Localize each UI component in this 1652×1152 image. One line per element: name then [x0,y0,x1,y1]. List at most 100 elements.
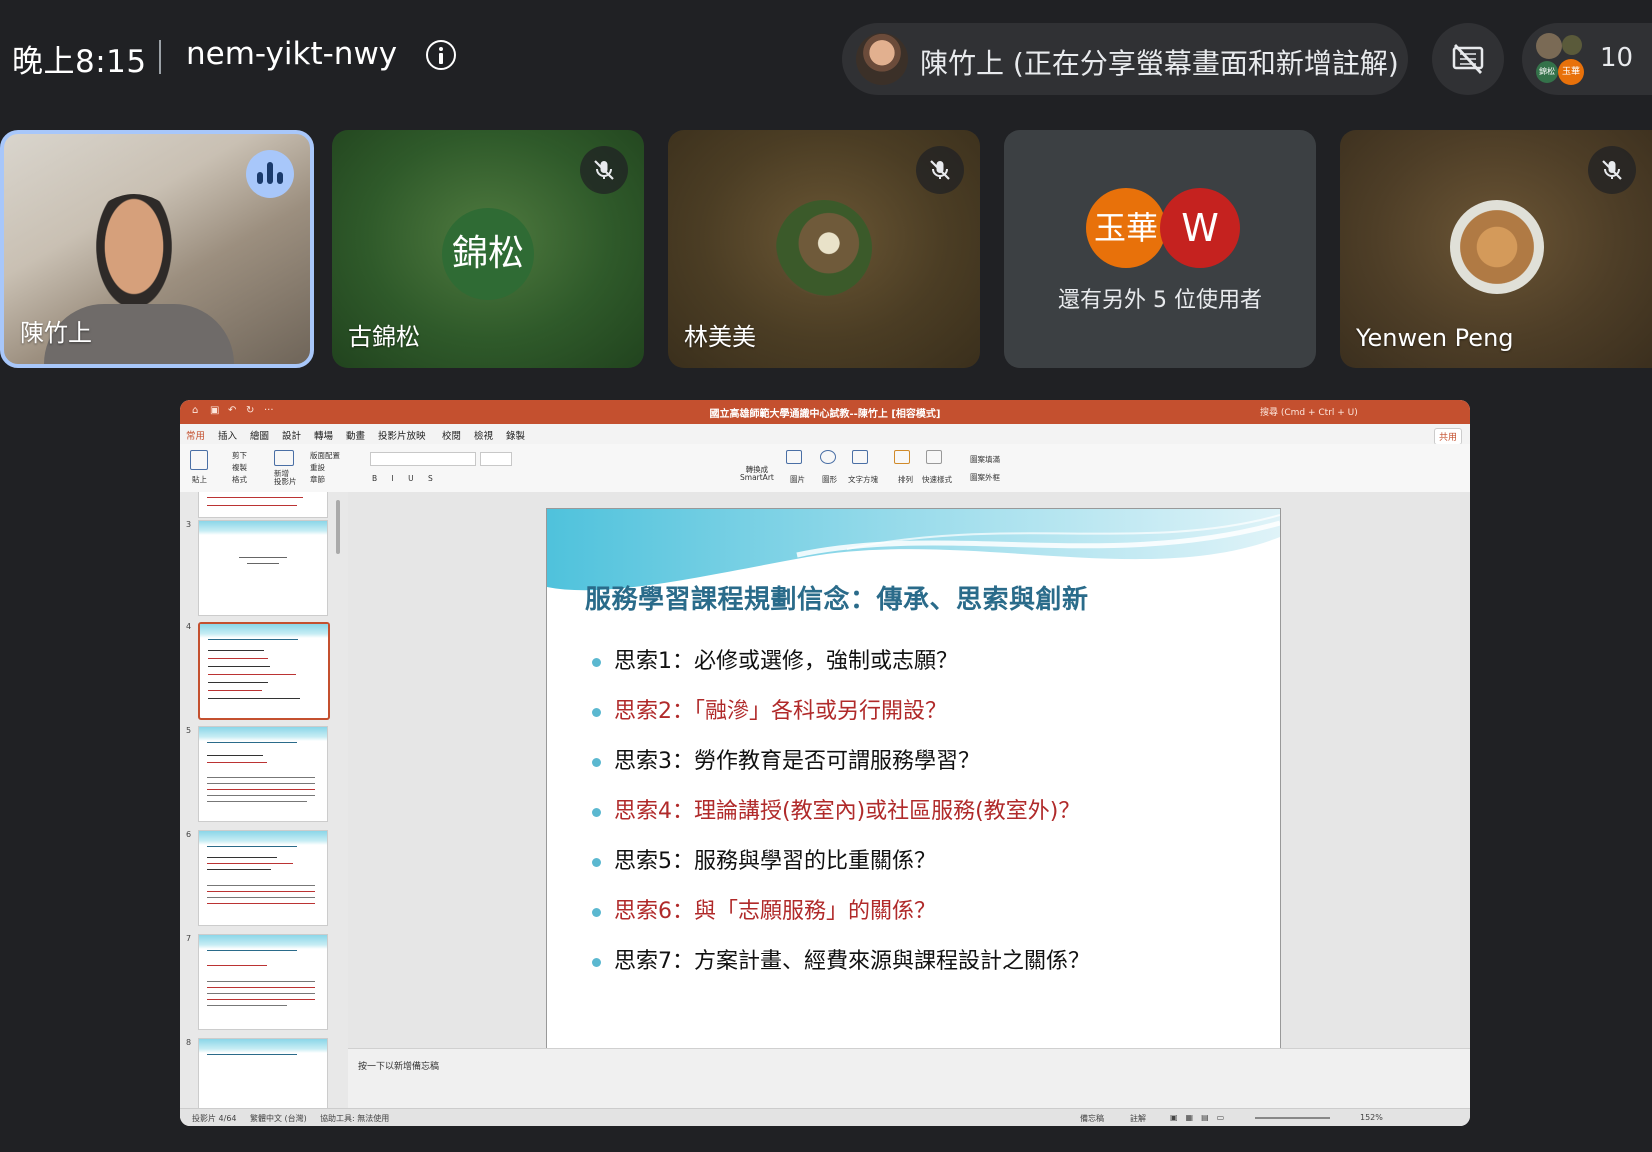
slide-bullet: 思索3：勞作教育是否可謂服務學習？ [592,749,1090,799]
tab-insert[interactable]: 插入 [218,428,237,442]
participant-mini-avatar [1562,35,1582,55]
accessibility-indicator[interactable]: 協助工具: 無法使用 [320,1113,389,1124]
ppt-ribbon: 貼上 剪下 複製 格式 新增 投影片 版面配置 重設 章節 B I U S 轉換… [180,444,1470,493]
slide-thumbnail[interactable] [198,1038,328,1118]
other-participants-text: 還有另外 5 位使用者 [1058,288,1262,313]
participant-tile[interactable]: 林美美 [668,130,980,368]
font-style-buttons[interactable]: B I U S [372,474,439,483]
shape-outline-button[interactable]: 圖案外框 [970,472,1000,483]
speaking-indicator-icon [246,150,294,198]
slide-thumbnail[interactable] [198,830,328,926]
slide-thumbnail[interactable] [198,492,328,518]
language-indicator[interactable]: 繁體中文 (台灣) [250,1113,307,1124]
section-button[interactable]: 章節 [310,474,325,485]
shared-screen-powerpoint: ⌂ ▣ ↶ ↻ ··· 國立高雄師範大學通識中心試教--陳竹上 [相容模式] 搜… [180,400,1470,1126]
presenter-indicator[interactable]: 陳竹上 (正在分享螢幕畫面和新增註解) [842,23,1408,95]
tab-slideshow[interactable]: 投影片放映 [378,428,426,442]
layout-button[interactable]: 版面配置 [310,450,340,461]
slide-thumbnail[interactable] [198,520,328,616]
quick-styles-icon[interactable] [926,450,942,464]
tab-review[interactable]: 校閱 [442,428,461,442]
notes-toggle-button[interactable]: 備忘稿 [1080,1113,1104,1124]
mic-muted-icon [580,146,628,194]
presenter-avatar [856,33,908,85]
participant-avatar [1450,200,1544,294]
participant-avatar: W [1160,188,1240,268]
participant-tile[interactable]: Yenwen Peng [1340,130,1652,368]
thumbnail-scrollbar[interactable] [336,500,340,554]
participant-name: 陳竹上 [20,319,92,347]
cut-button[interactable]: 剪下 [232,450,247,461]
slide-thumbnail[interactable] [198,934,328,1030]
slide-bullet: 思索4：理論講授(教室內)或社區服務(教室外)？ [592,799,1090,849]
tab-view[interactable]: 檢視 [474,428,493,442]
meeting-info-icon[interactable] [426,40,456,70]
format-painter-button[interactable]: 格式 [232,474,247,485]
slide-thumbnail-selected[interactable] [198,622,330,720]
view-buttons[interactable]: ▣▦▤▭ [1170,1113,1232,1122]
arrange-icon[interactable] [894,450,910,464]
textbox-icon[interactable] [852,450,868,464]
stop-presenting-button[interactable] [1432,23,1504,95]
participant-name: Yenwen Peng [1356,324,1514,352]
tab-design[interactable]: 設計 [282,428,301,442]
convert-smartart-button[interactable]: 轉換成 SmartArt [740,466,774,482]
slide-bullet: 思索1：必修或選修，強制或志願？ [592,649,1090,699]
participant-avatar: 玉華 [1086,188,1166,268]
participant-tile-self[interactable]: 陳竹上 [0,130,314,368]
slide-bullet: 思索2：「融滲」各科或另行開設？ [592,699,1090,749]
slide-thumbnail-pane: 3 4 5 6 7 8 [180,492,349,1118]
paste-icon[interactable] [190,450,208,470]
slide-bullet: 思索7：方案計畫、經費來源與課程設計之關係？ [592,949,1090,999]
slide-bullet: 思索6：與「志願服務」的關係？ [592,899,1090,949]
tab-animations[interactable]: 動畫 [346,428,365,442]
picture-icon[interactable] [786,450,802,464]
font-size-dropdown[interactable] [480,452,512,466]
tab-transitions[interactable]: 轉場 [314,428,333,442]
participant-avatar: 錦松 [442,208,534,300]
font-name-dropdown[interactable] [370,452,476,466]
current-slide[interactable]: 服務學習課程規劃信念：傳承、思索與創新 思索1：必修或選修，強制或志願？ 思索2… [546,508,1281,1060]
new-slide-button[interactable]: 新增 投影片 [274,470,297,486]
ppt-search[interactable]: 搜尋 (Cmd + Ctrl + U) [1260,405,1358,418]
reset-button[interactable]: 重設 [310,462,325,473]
quick-styles-button[interactable]: 快速樣式 [922,474,952,485]
participant-tile[interactable]: 錦松 古錦松 [332,130,644,368]
zoom-slider[interactable] [1255,1117,1330,1119]
slide-bullet: 思索5：服務與學習的比重關係？ [592,849,1090,899]
comments-toggle-button[interactable]: 註解 [1130,1113,1146,1124]
share-button[interactable]: 共用 [1433,428,1462,445]
copy-button[interactable]: 複製 [232,462,247,473]
picture-button[interactable]: 圖片 [790,474,805,485]
slide-bullet-list: 思索1：必修或選修，強制或志願？ 思索2：「融滲」各科或另行開設？ 思索3：勞作… [592,649,1090,999]
participants-button[interactable]: 錦松 玉華 10 [1522,23,1652,95]
shapes-icon[interactable] [820,450,836,464]
shapes-button[interactable]: 圖形 [822,474,837,485]
slide-title: 服務學習課程規劃信念：傳承、思索與創新 [585,585,1089,615]
slide-thumbnail[interactable] [198,726,328,822]
ppt-status-bar: 投影片 4/64 繁體中文 (台灣) 協助工具: 無法使用 備忘稿 註解 ▣▦▤… [180,1108,1470,1126]
participant-count: 10 [1600,43,1634,73]
slide-number: 8 [186,1038,192,1047]
clock: 晚上8:15 [12,44,147,80]
mic-muted-icon [1588,146,1636,194]
meeting-top-bar: 晚上8:15 nem-yikt-nwy 陳竹上 (正在分享螢幕畫面和新增註解) … [0,0,1652,120]
tab-record[interactable]: 錄製 [506,428,525,442]
new-slide-icon[interactable] [274,450,294,466]
more-participants-tile[interactable]: 玉華 W 還有另外 5 位使用者 [1004,130,1316,368]
ppt-ribbon-tabs: 常用 插入 繪圖 設計 轉場 動畫 投影片放映 校閱 檢視 錄製 共用 [180,424,1470,446]
textbox-button[interactable]: 文字方塊 [848,474,878,485]
shape-fill-button[interactable]: 圖案填滿 [970,454,1000,465]
tab-draw[interactable]: 繪圖 [250,428,269,442]
slide-number: 3 [186,520,192,529]
slide-number: 4 [186,622,192,631]
zoom-level[interactable]: 152% [1360,1113,1383,1122]
notes-pane[interactable]: 按一下以新增備忘稿 [348,1048,1470,1109]
participant-name: 林美美 [684,323,756,351]
presenter-status-text: 陳竹上 (正在分享螢幕畫面和新增註解) [920,47,1399,80]
paste-button[interactable]: 貼上 [192,474,207,485]
participant-avatar [776,200,872,296]
arrange-button[interactable]: 排列 [898,474,913,485]
slide-position: 投影片 4/64 [192,1114,237,1123]
participant-mini-avatar: 錦松 [1536,61,1558,83]
